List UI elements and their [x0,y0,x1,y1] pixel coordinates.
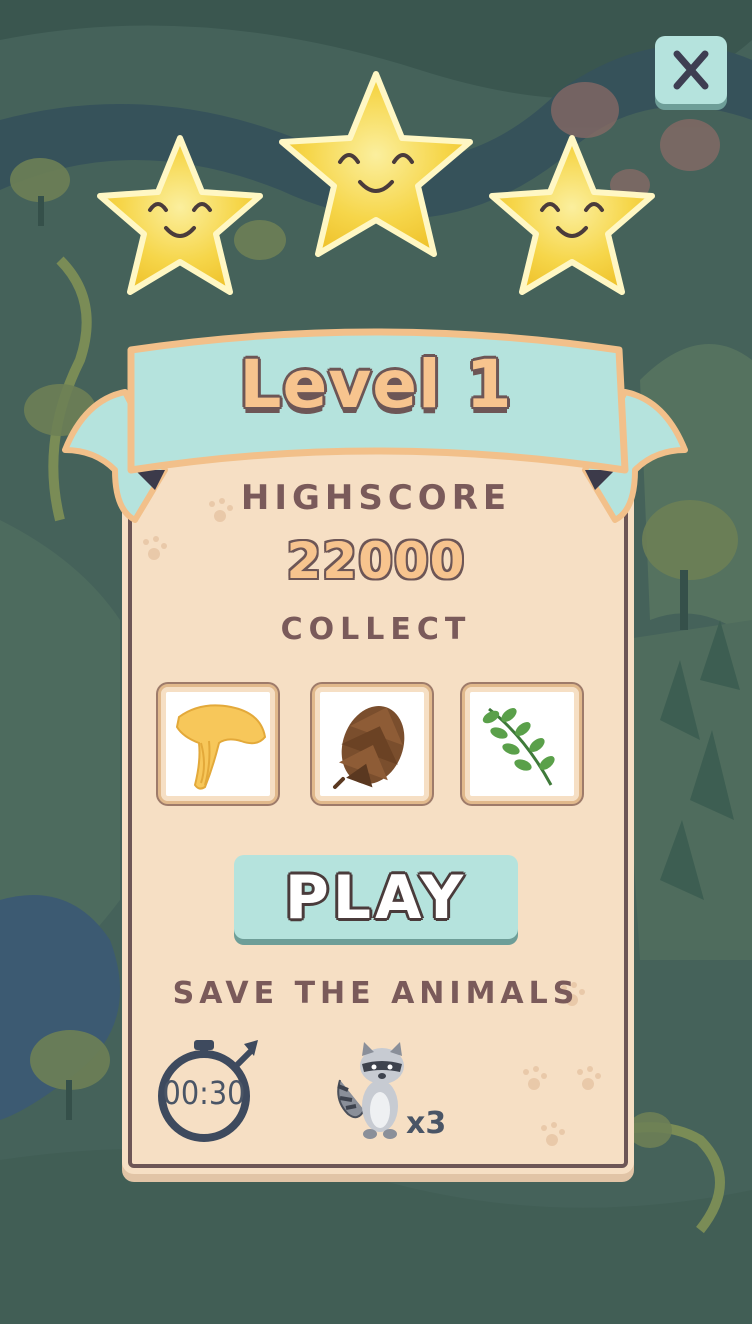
collect-label: COLLECT [280,612,472,647]
level-stars [97,71,655,295]
collect-slot-pinecone [312,684,432,804]
pine-cone-icon [333,706,405,789]
collect-slot-mushroom [158,684,278,804]
play-button-label: PLAY [284,863,468,933]
highscore-value: 22000 [286,532,466,590]
close-button[interactable] [655,36,727,104]
play-button[interactable]: PLAY [234,855,518,939]
timer-value: 00:30 [162,1074,246,1112]
star-icon-1 [97,135,263,295]
green-leaf-icon [482,707,555,786]
save-the-animals-label: SAVE THE ANIMALS [172,976,580,1011]
animal-count: x3 [406,1106,447,1141]
level-title: Level 1 [239,346,513,423]
highscore-label: HIGHSCORE [240,478,512,518]
star-icon-3 [489,135,655,295]
collect-slot-leaf [462,684,582,804]
close-icon [673,50,709,90]
star-icon-2 [279,71,473,257]
chanterelle-mushroom-icon [175,704,267,790]
